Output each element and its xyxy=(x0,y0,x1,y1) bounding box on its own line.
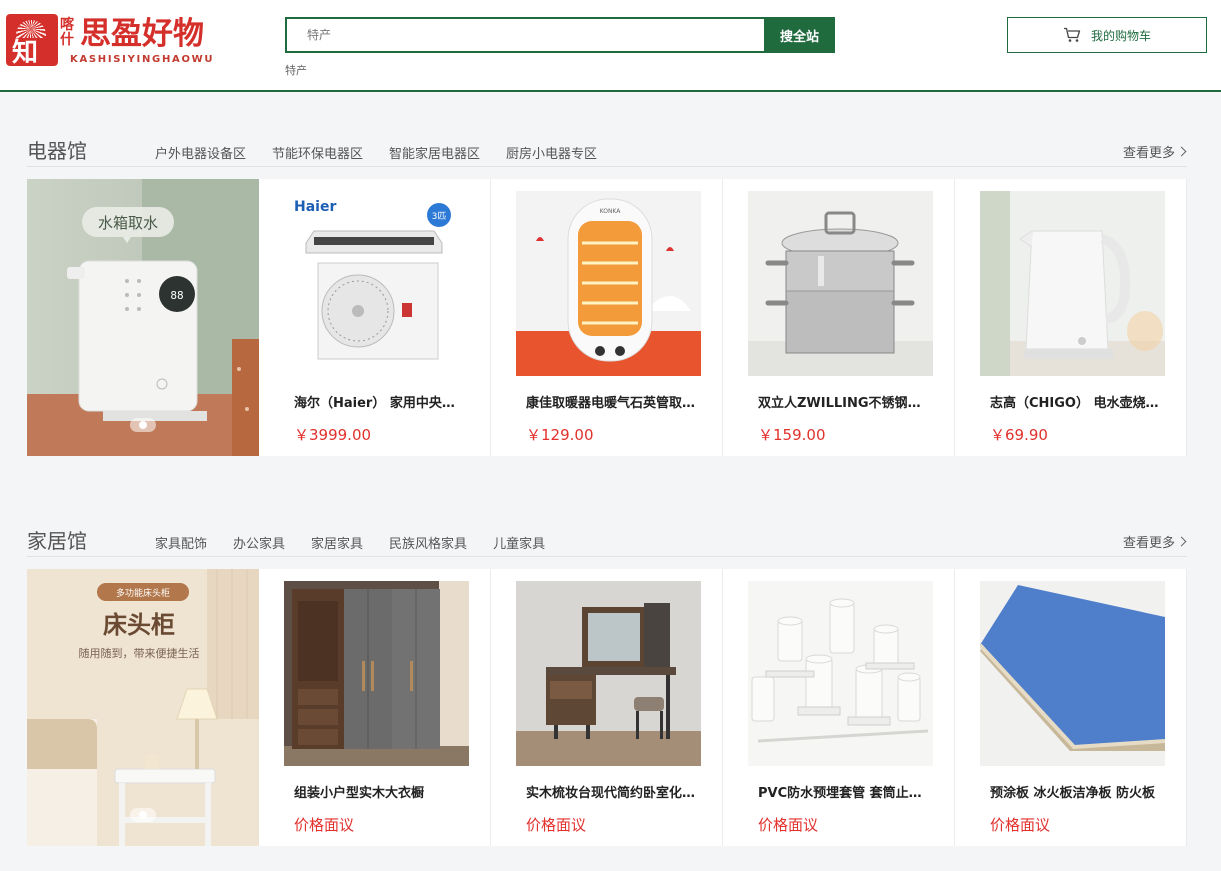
product-name[interactable]: 组装小户型实木大衣橱 xyxy=(294,782,464,801)
banner-badge-text: 多功能床头柜 xyxy=(116,587,170,599)
air-conditioner-image: Haier 3匹 xyxy=(284,191,469,376)
product-price: 价格面议 xyxy=(990,816,1051,834)
product-row: 水箱取水 88 Haier 3匹 海尔（Haier） 家用中央空调 ￥3999.… xyxy=(27,179,1187,456)
hp-badge-text: 3匹 xyxy=(432,211,447,222)
bedside-table-banner-image: 多功能床头柜 床头柜 随用随到，带来便捷生活 xyxy=(27,569,259,846)
product-price: 价格面议 xyxy=(758,816,819,834)
product-name[interactable]: 海尔（Haier） 家用中央空调 xyxy=(294,392,464,411)
water-dispenser-banner-image: 水箱取水 88 xyxy=(27,179,259,456)
site-header: 知 喀什 思盈好物 KASHISIYINGHAOWU 搜全站 特产 我的购物车 xyxy=(0,0,1221,92)
product-price: ￥129.00 xyxy=(526,426,594,444)
product-image: KONKA xyxy=(516,191,701,376)
section-title: 电器馆 xyxy=(27,139,87,163)
cart-label: 我的购物车 xyxy=(1090,28,1151,43)
cart-icon xyxy=(1063,27,1081,42)
haier-logo-text: Haier xyxy=(294,199,336,215)
product-image xyxy=(980,191,1165,376)
heater-image: KONKA xyxy=(516,191,701,376)
promo-banner[interactable]: 多功能床头柜 床头柜 随用随到，带来便捷生活 xyxy=(27,569,259,846)
tab-office-furniture[interactable]: 办公家具 xyxy=(233,533,285,552)
tab-outdoor-appliances[interactable]: 户外电器设备区 xyxy=(155,143,246,162)
product-row: 多功能床头柜 床头柜 随用随到，带来便捷生活 组装小户型实木大衣橱 价格面议 实… xyxy=(27,569,1187,846)
section-tabs: 户外电器设备区 节能环保电器区 智能家居电器区 厨房小电器专区 xyxy=(155,143,597,162)
wardrobe-image xyxy=(284,581,469,766)
carousel-dots[interactable] xyxy=(130,808,156,822)
carousel-dots[interactable] xyxy=(130,418,156,432)
product-name[interactable]: 实木梳妆台现代简约卧室化妆台 xyxy=(526,782,696,801)
product-price: 价格面议 xyxy=(526,816,587,834)
coated-board-image xyxy=(980,581,1165,766)
product-card[interactable]: 志高（CHIGO） 电水壶烧水壶 ￥69.90 xyxy=(955,179,1187,456)
dispenser-display-text: 88 xyxy=(170,289,183,302)
product-image: Haier 3匹 xyxy=(284,191,469,376)
logo-small-text: 喀什 xyxy=(60,17,74,48)
promo-banner[interactable]: 水箱取水 88 xyxy=(27,179,259,456)
view-more-link[interactable]: 查看更多 xyxy=(1122,142,1187,161)
steamer-pot-image xyxy=(748,191,933,376)
section-header: 电器馆 户外电器设备区 节能环保电器区 智能家居电器区 厨房小电器专区 查看更多 xyxy=(27,135,1187,167)
product-price: ￥159.00 xyxy=(758,426,826,444)
kettle-image xyxy=(980,191,1165,376)
dressing-table-image xyxy=(516,581,701,766)
search-input[interactable] xyxy=(287,19,765,51)
product-card[interactable]: 实木梳妆台现代简约卧室化妆台 价格面议 xyxy=(491,569,723,846)
logo-sub-text: KASHISIYINGHAOWU xyxy=(70,54,215,65)
section-appliances: 电器馆 户外电器设备区 节能环保电器区 智能家居电器区 厨房小电器专区 查看更多 xyxy=(27,135,1187,457)
logo-mark-icon: 知 xyxy=(6,14,58,66)
product-image xyxy=(980,581,1165,766)
product-price: ￥3999.00 xyxy=(294,426,372,444)
search-box xyxy=(285,17,765,53)
logo-main-text: 思盈好物 xyxy=(80,16,204,52)
product-price: 价格面议 xyxy=(294,816,355,834)
product-image xyxy=(748,581,933,766)
pvc-sleeve-image xyxy=(748,581,933,766)
product-price: ￥69.90 xyxy=(990,426,1048,444)
banner-title-text: 床头柜 xyxy=(103,611,175,639)
section-header: 家居馆 家具配饰 办公家具 家居家具 民族风格家具 儿童家具 查看更多 xyxy=(27,525,1187,557)
tab-kids-furniture[interactable]: 儿童家具 xyxy=(493,533,545,552)
product-image xyxy=(748,191,933,376)
tab-kitchen-appliances[interactable]: 厨房小电器专区 xyxy=(506,143,597,162)
heater-brand-text: KONKA xyxy=(600,208,622,215)
view-more-link[interactable]: 查看更多 xyxy=(1122,532,1187,551)
product-card[interactable]: 预涂板 冰火板洁净板 防火板 价格面议 xyxy=(955,569,1187,846)
product-name[interactable]: 双立人ZWILLING不锈钢蒸锅 xyxy=(758,392,928,411)
product-name[interactable]: 志高（CHIGO） 电水壶烧水壶 xyxy=(990,392,1160,411)
section-tabs: 家具配饰 办公家具 家居家具 民族风格家具 儿童家具 xyxy=(155,533,545,552)
tab-ethnic-furniture[interactable]: 民族风格家具 xyxy=(389,533,467,552)
section-title: 家居馆 xyxy=(27,529,87,553)
search-button[interactable]: 搜全站 xyxy=(764,17,835,53)
tab-furniture-accessories[interactable]: 家具配饰 xyxy=(155,533,207,552)
chevron-right-icon xyxy=(1176,536,1187,547)
chevron-right-icon xyxy=(1176,146,1187,157)
hot-search-word[interactable]: 特产 xyxy=(285,62,307,78)
banner-subtitle-text: 随用随到，带来便捷生活 xyxy=(79,646,200,660)
view-more-label: 查看更多 xyxy=(1122,146,1175,161)
product-card[interactable]: 组装小户型实木大衣橱 价格面议 xyxy=(259,569,491,846)
product-card[interactable]: 双立人ZWILLING不锈钢蒸锅 ￥159.00 xyxy=(723,179,955,456)
product-name[interactable]: PVC防水预埋套管 套筒止水节 xyxy=(758,782,928,801)
section-furniture: 家居馆 家具配饰 办公家具 家居家具 民族风格家具 儿童家具 查看更多 多功能床… xyxy=(27,525,1187,847)
banner-title-text: 水箱取水 xyxy=(98,214,158,232)
tab-smart-home-appliances[interactable]: 智能家居电器区 xyxy=(389,143,480,162)
tab-eco-appliances[interactable]: 节能环保电器区 xyxy=(272,143,363,162)
product-image xyxy=(516,581,701,766)
product-name[interactable]: 预涂板 冰火板洁净板 防火板 xyxy=(990,782,1160,801)
site-logo[interactable]: 知 喀什 思盈好物 KASHISIYINGHAOWU xyxy=(6,14,226,68)
tab-home-furniture[interactable]: 家居家具 xyxy=(311,533,363,552)
view-more-label: 查看更多 xyxy=(1122,536,1175,551)
product-name[interactable]: 康佳取暖器电暖气石英管取暖器 xyxy=(526,392,696,411)
product-card[interactable]: Haier 3匹 海尔（Haier） 家用中央空调 ￥3999.00 xyxy=(259,179,491,456)
cart-button[interactable]: 我的购物车 xyxy=(1007,17,1207,53)
product-image xyxy=(284,581,469,766)
product-card[interactable]: KONKA 康佳取暖器电暖气石英管取暖器 ￥129.00 xyxy=(491,179,723,456)
product-card[interactable]: PVC防水预埋套管 套筒止水节 价格面议 xyxy=(723,569,955,846)
